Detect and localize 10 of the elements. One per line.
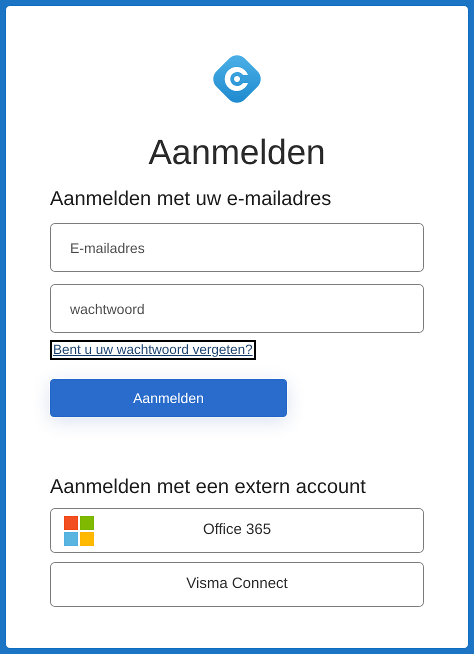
provider-button[interactable]: Visma Connect — [50, 562, 424, 607]
microsoft-squares-icon — [64, 516, 94, 546]
section-heading: Aanmelden met uw e-mailadres — [50, 187, 332, 212]
sign-in-button[interactable]: Aanmelden — [50, 379, 287, 417]
password-field[interactable]: wachtwoord — [50, 284, 424, 333]
page-title: Aanmelden — [147, 133, 327, 173]
section-heading: Aanmelden met een extern account — [50, 475, 367, 500]
forgot-password-link[interactable]: Bent u uw wachtwoord vergeten? — [50, 340, 256, 360]
provider-button[interactable]: Office 365 — [50, 508, 424, 553]
email-field[interactable]: E-mailadres — [50, 223, 424, 272]
